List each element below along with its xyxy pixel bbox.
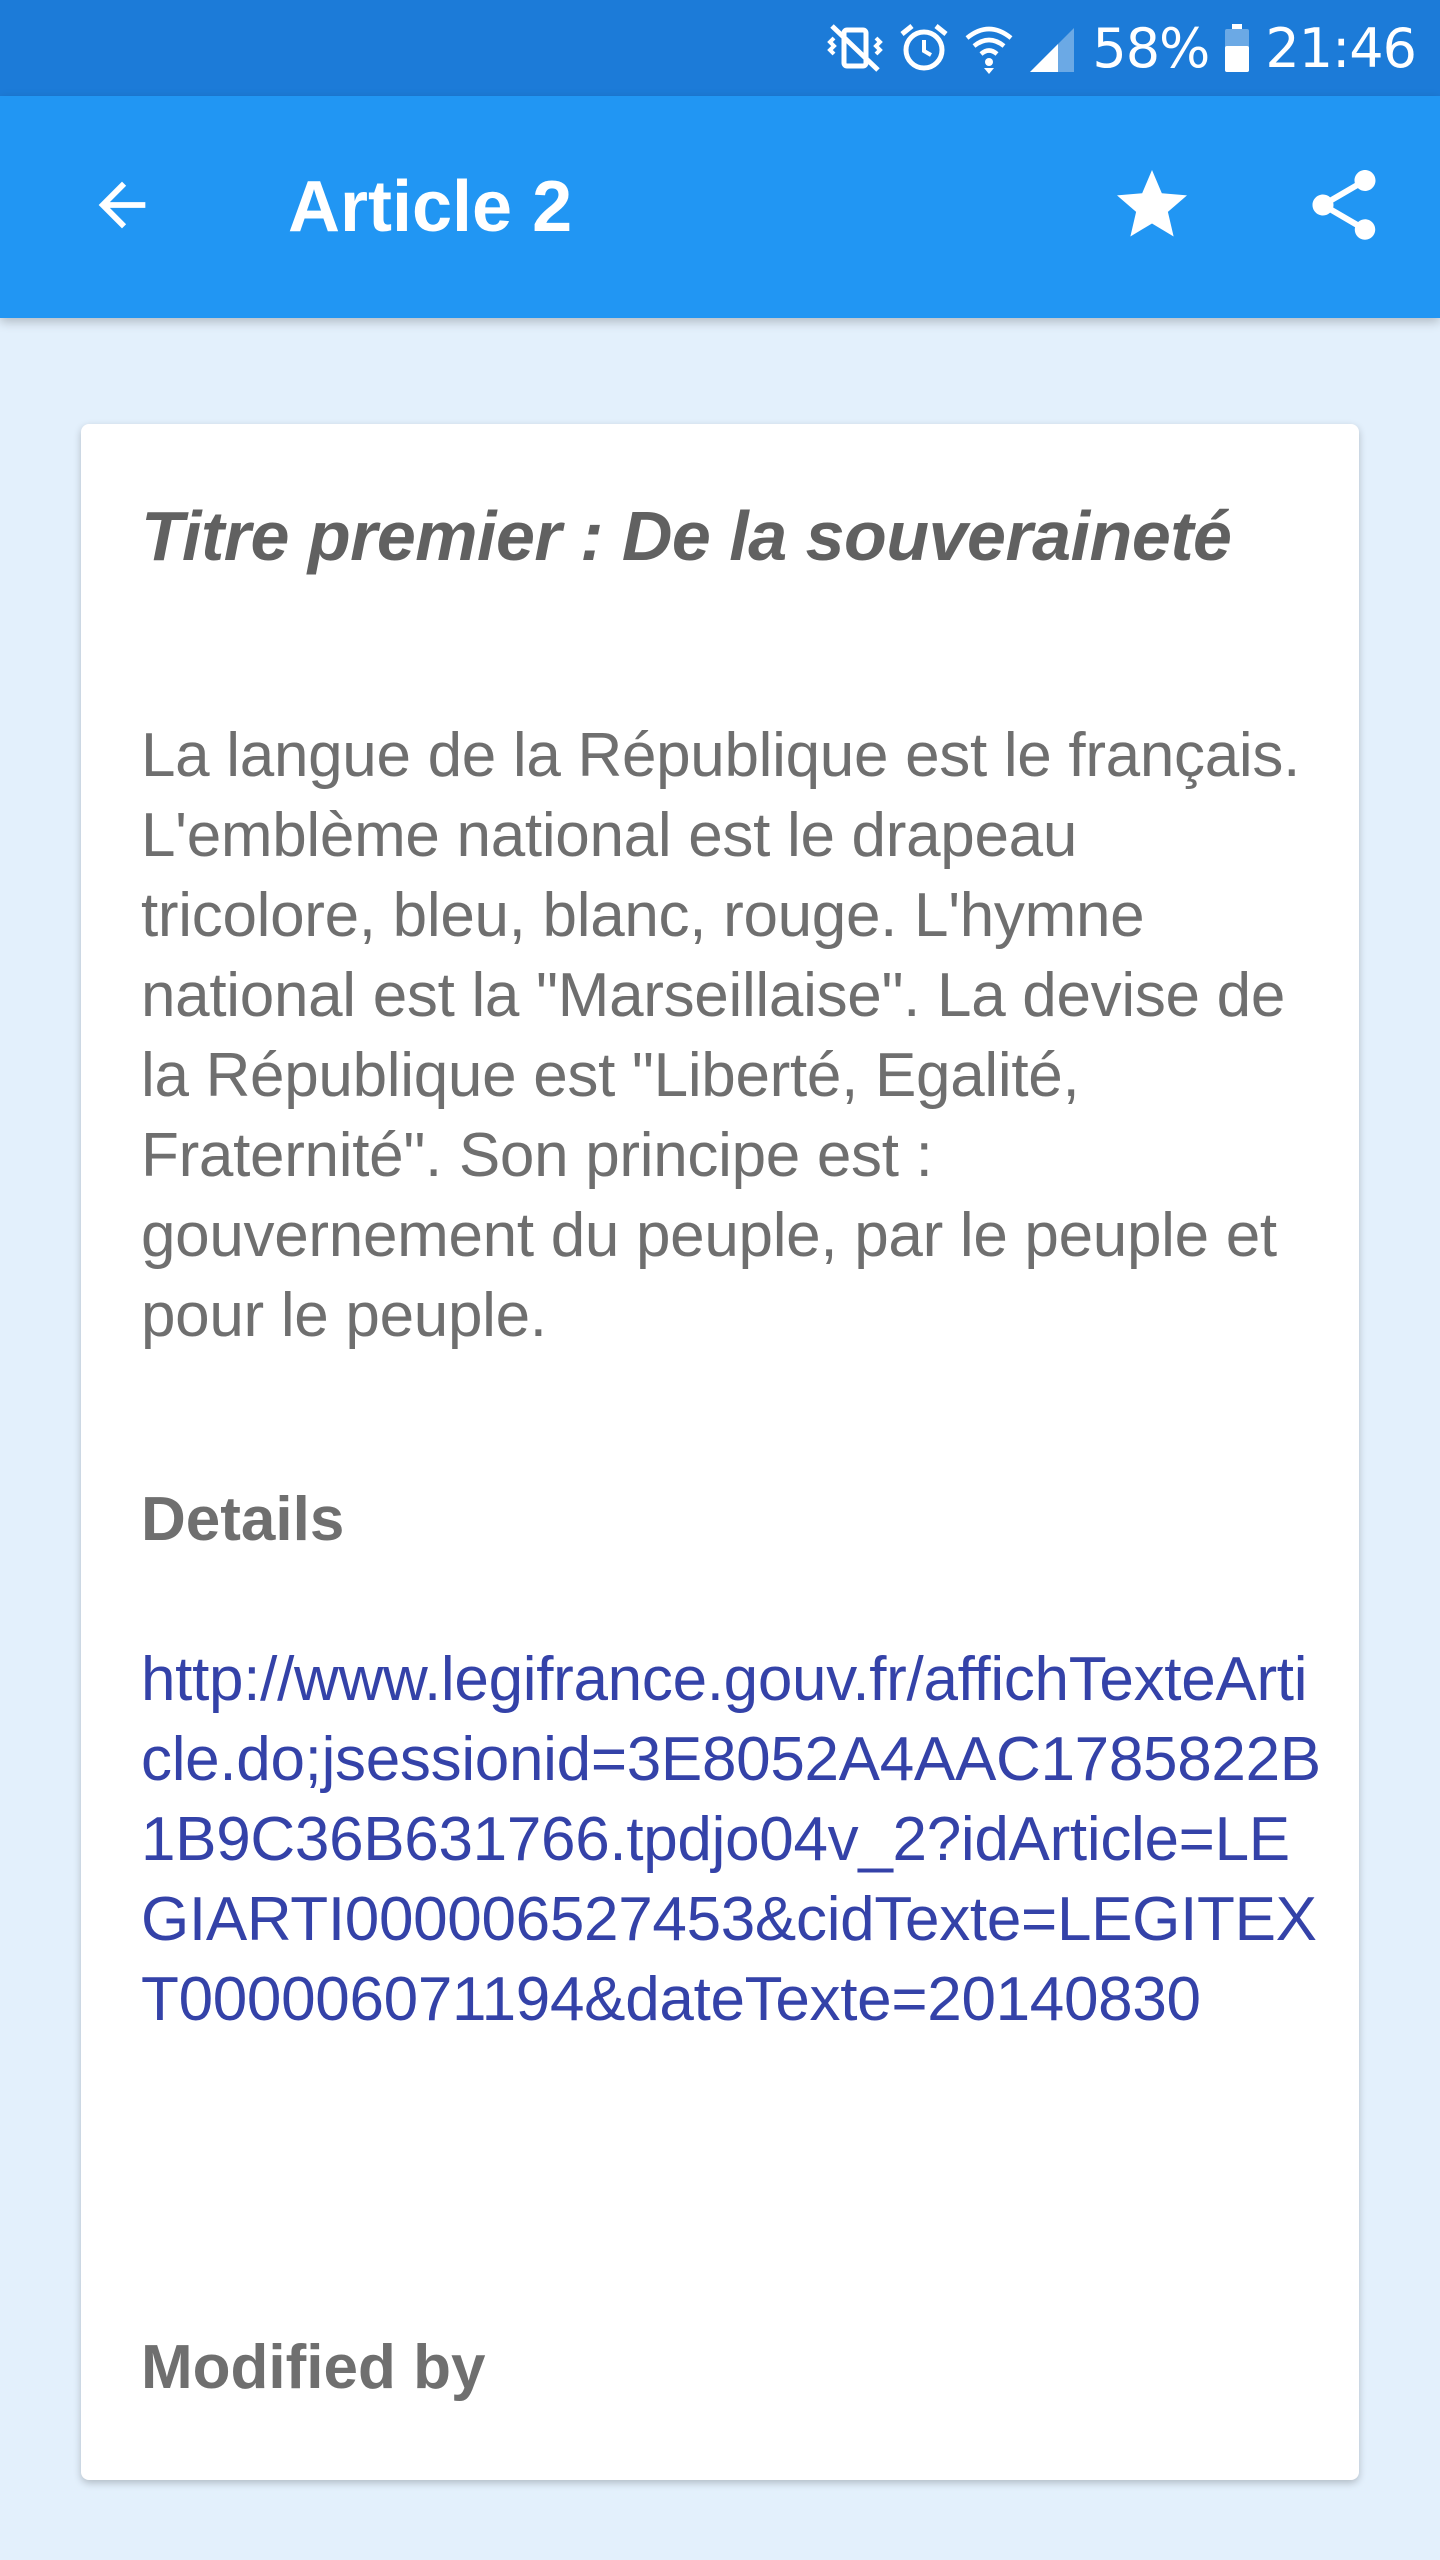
alarm-icon	[898, 22, 950, 74]
wifi-icon	[964, 22, 1014, 74]
details-heading: Details	[141, 1485, 345, 1554]
battery-icon	[1223, 22, 1251, 74]
details-link[interactable]: http://www.legifrance.gouv.fr/affichText…	[141, 1640, 1321, 2040]
back-button[interactable]	[62, 147, 182, 267]
page-title: Article 2	[288, 167, 573, 247]
article-text: La langue de la République est le frança…	[141, 721, 1301, 1350]
status-icons: 58% 21:46	[826, 0, 1417, 96]
modified-by-heading: Modified by	[141, 2333, 486, 2402]
article-card: Titre premier : De la souveraineté La la…	[81, 424, 1359, 2480]
signal-icon	[1028, 22, 1078, 74]
share-icon	[1302, 163, 1386, 252]
app-bar: Article 2	[0, 96, 1440, 318]
battery-percent: 58%	[1092, 16, 1210, 80]
vibrate-mute-icon	[826, 22, 884, 74]
section-title: Titre premier : De la souveraineté	[141, 497, 1232, 575]
clock: 21:46	[1265, 16, 1417, 80]
share-button[interactable]	[1284, 147, 1404, 267]
star-icon	[1110, 163, 1194, 252]
status-bar: 58% 21:46	[0, 0, 1440, 96]
arrow-back-icon	[87, 170, 157, 245]
favorite-button[interactable]	[1092, 147, 1212, 267]
